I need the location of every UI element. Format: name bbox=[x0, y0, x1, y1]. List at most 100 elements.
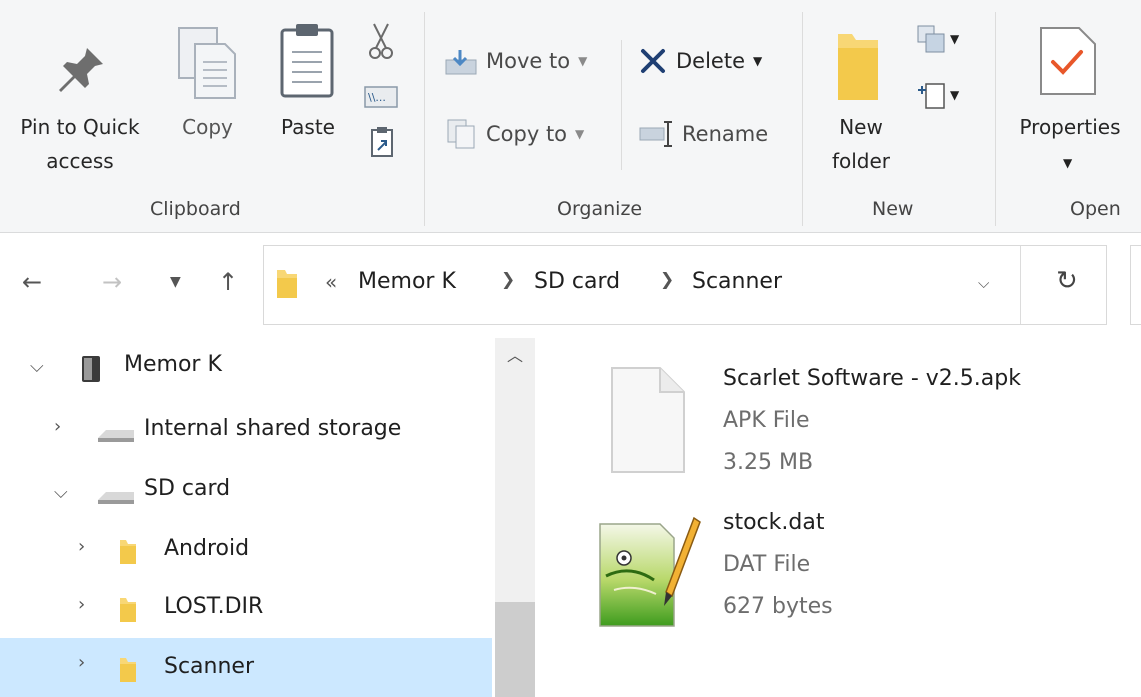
chevron-right-icon[interactable]: › bbox=[78, 594, 85, 615]
nav-item-sd-card[interactable]: ⌵ SD card bbox=[0, 464, 492, 520]
rename-icon bbox=[639, 121, 672, 147]
pin-icon bbox=[59, 44, 103, 92]
recent-locations-chevron-icon[interactable]: ▼ bbox=[170, 274, 181, 290]
ribbon-separator bbox=[424, 12, 425, 226]
move-to-label: Move to bbox=[486, 49, 571, 73]
address-separator bbox=[1020, 246, 1021, 324]
nav-item-memor-k[interactable]: ⌵ Memor K bbox=[0, 338, 492, 394]
file-type: APK File bbox=[723, 408, 810, 433]
chevron-down-icon: ▼ bbox=[1063, 156, 1073, 170]
clipboard-icon bbox=[280, 24, 334, 98]
easy-access-button[interactable]: ▼ bbox=[916, 80, 976, 114]
pin-label-line2: access bbox=[46, 149, 114, 173]
address-dropdown-chevron-icon[interactable]: ⌵ bbox=[978, 274, 989, 292]
refresh-icon[interactable]: ↻ bbox=[1056, 266, 1078, 296]
nav-item-internal-shared-storage[interactable]: › Internal shared storage bbox=[0, 402, 492, 458]
breadcrumb-memor-k[interactable]: Memor K bbox=[358, 269, 456, 294]
file-name: Scarlet Software - v2.5.apk bbox=[723, 366, 1021, 391]
properties-label: Properties bbox=[1019, 115, 1121, 139]
new-folder-label-line1: New bbox=[839, 115, 883, 139]
nav-item-scanner[interactable]: › Scanner bbox=[0, 638, 492, 697]
nav-item-label: SD card bbox=[144, 476, 231, 501]
storage-drive-icon bbox=[98, 430, 134, 442]
move-to-icon bbox=[445, 50, 477, 75]
svg-text:\\...: \\... bbox=[368, 91, 386, 104]
file-item-scarlet-apk[interactable]: Scarlet Software - v2.5.apk APK File 3.2… bbox=[600, 358, 1120, 498]
chevron-down-icon[interactable]: ⌵ bbox=[54, 482, 68, 503]
chevron-down-icon: ▼ bbox=[950, 88, 960, 102]
back-arrow-icon[interactable]: ← bbox=[22, 268, 42, 296]
breadcrumb-scanner[interactable]: Scanner bbox=[692, 269, 782, 294]
copy-path-icon[interactable]: \\... bbox=[364, 86, 398, 108]
nav-item-label: LOST.DIR bbox=[164, 594, 264, 619]
breadcrumb-overflow[interactable]: « bbox=[325, 270, 337, 294]
nav-item-label: Memor K bbox=[124, 352, 222, 377]
open-group-label: Open bbox=[1070, 198, 1121, 220]
nav-scrollbar-thumb[interactable] bbox=[495, 602, 535, 697]
chevron-down-icon: ▼ bbox=[575, 127, 585, 141]
file-size: 3.25 MB bbox=[723, 450, 814, 475]
file-item-stock-dat[interactable]: stock.dat DAT File 627 bytes bbox=[590, 506, 1120, 646]
nav-item-label: Internal shared storage bbox=[144, 416, 402, 441]
chevron-down-icon: ▼ bbox=[578, 54, 588, 68]
chevron-down-icon: ▼ bbox=[753, 54, 763, 68]
clipboard-group-label: Clipboard bbox=[150, 198, 241, 220]
pin-to-quick-access-button[interactable]: Pin to Quick access bbox=[0, 10, 160, 190]
delete-label: Delete bbox=[676, 49, 745, 73]
paste-button[interactable]: Paste bbox=[268, 10, 348, 160]
nav-item-label: Android bbox=[164, 536, 250, 561]
copy-to-button[interactable]: Copy to ▼ bbox=[444, 118, 584, 150]
folder-icon bbox=[277, 270, 297, 298]
easy-access-icon bbox=[918, 83, 945, 109]
generic-file-icon bbox=[611, 367, 685, 473]
nav-item-lost-dir[interactable]: › LOST.DIR bbox=[0, 580, 492, 636]
properties-button[interactable]: Properties ▼ bbox=[1003, 10, 1137, 190]
file-type: DAT File bbox=[723, 552, 811, 577]
copy-to-label: Copy to bbox=[486, 122, 568, 146]
ribbon-separator bbox=[995, 12, 996, 226]
paste-shortcut-icon[interactable] bbox=[370, 126, 394, 158]
chevron-down-icon: ▼ bbox=[950, 32, 960, 46]
breadcrumb-separator-icon[interactable]: ❯ bbox=[660, 270, 674, 290]
new-folder-button[interactable]: New folder bbox=[812, 10, 910, 190]
folder-icon bbox=[120, 540, 136, 564]
navigation-pane: ⌵ Memor K › Internal shared storage ⌵ SD… bbox=[0, 338, 492, 697]
organize-group-label: Organize bbox=[557, 198, 643, 220]
new-item-button[interactable]: ▼ bbox=[916, 24, 976, 58]
copy-button[interactable]: Copy bbox=[165, 10, 250, 160]
new-item-icon bbox=[917, 25, 945, 53]
paste-label: Paste bbox=[281, 115, 335, 139]
search-box-edge[interactable] bbox=[1130, 245, 1141, 325]
organize-inner-separator bbox=[621, 40, 622, 170]
ribbon: Pin to Quick access Copy Paste \\... Cli… bbox=[0, 0, 1141, 233]
scroll-up-arrow-icon[interactable]: ︿ bbox=[507, 342, 523, 366]
delete-button[interactable]: Delete ▼ bbox=[638, 46, 762, 76]
storage-drive-icon bbox=[98, 492, 134, 504]
nav-item-label: Scanner bbox=[164, 654, 255, 679]
rename-button[interactable]: Rename bbox=[638, 118, 768, 150]
breadcrumb-sd-card[interactable]: SD card bbox=[534, 269, 620, 294]
nav-item-android[interactable]: › Android bbox=[0, 522, 492, 578]
device-icon bbox=[82, 356, 100, 382]
new-group-label: New bbox=[872, 198, 914, 220]
move-to-button[interactable]: Move to ▼ bbox=[444, 46, 587, 76]
chevron-right-icon[interactable]: › bbox=[78, 536, 85, 557]
chevron-right-icon[interactable]: › bbox=[78, 652, 85, 673]
chevron-right-icon[interactable]: › bbox=[54, 416, 61, 437]
forward-arrow-icon[interactable]: → bbox=[102, 268, 122, 296]
breadcrumb-separator-icon[interactable]: ❯ bbox=[501, 270, 515, 290]
copy-icon bbox=[178, 27, 236, 99]
cut-icon[interactable] bbox=[368, 22, 394, 62]
properties-check-icon bbox=[1040, 27, 1096, 95]
chevron-down-icon[interactable]: ⌵ bbox=[30, 356, 44, 377]
folder-icon bbox=[838, 34, 878, 100]
delete-x-icon bbox=[641, 49, 665, 73]
new-folder-label-line2: folder bbox=[831, 149, 891, 173]
notepad-plus-plus-icon bbox=[599, 516, 701, 627]
up-arrow-icon[interactable]: ↑ bbox=[218, 268, 238, 296]
ribbon-separator bbox=[802, 12, 803, 226]
rename-label: Rename bbox=[682, 122, 769, 146]
file-list: Scarlet Software - v2.5.apk APK File 3.2… bbox=[540, 338, 1141, 697]
copy-to-icon bbox=[447, 119, 475, 149]
copy-label: Copy bbox=[182, 115, 233, 139]
